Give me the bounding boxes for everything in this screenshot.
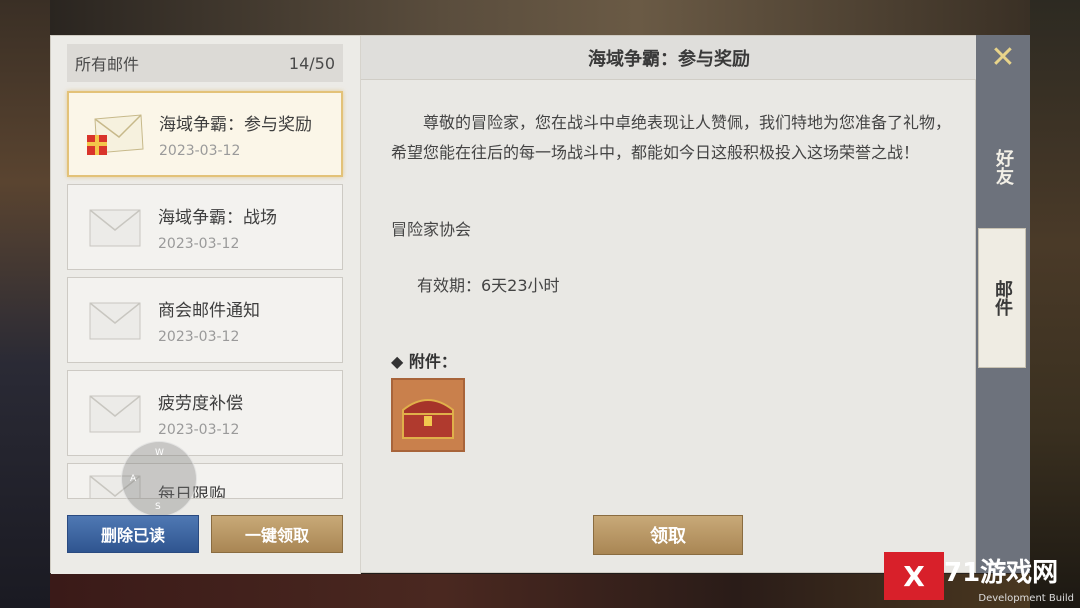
attachment-slot[interactable] xyxy=(391,378,465,452)
close-icon[interactable]: ✕ xyxy=(988,43,1018,73)
mail-signature: 冒险家协会 xyxy=(391,220,472,239)
background-right xyxy=(1030,0,1080,608)
mail-item-selected[interactable]: 海域争霸：参与奖励 2023-03-12 xyxy=(67,91,343,177)
mail-list-column: 所有邮件 14/50 海域争霸：参与奖励 2023-03-12 海域争霸：战场 … xyxy=(51,36,361,574)
treasure-chest-icon xyxy=(393,380,463,450)
background-bottom xyxy=(50,574,1030,608)
tab-mail[interactable]: 邮件 xyxy=(978,228,1026,368)
delete-read-button[interactable]: 删除已读 xyxy=(67,515,199,553)
mail-detail-title: 海域争霸：参与奖励 xyxy=(361,36,977,80)
claim-all-button[interactable]: 一键领取 xyxy=(211,515,343,553)
mail-body: 尊敬的冒险家，您在战斗中卓绝表现让人赞佩，我们特地为您准备了礼物，希望您能在往后… xyxy=(391,108,951,168)
side-tab-rail: ✕ 好友 邮件 xyxy=(976,35,1030,573)
watermark-logo: X xyxy=(884,552,944,600)
background-left xyxy=(0,0,50,608)
claim-button[interactable]: 领取 xyxy=(593,515,743,555)
mail-list-header: 所有邮件 14/50 xyxy=(67,44,343,82)
mail-date: 2023-03-12 xyxy=(158,235,240,252)
watermark-text: 71游戏网 xyxy=(944,558,1059,588)
background-top xyxy=(50,0,1030,36)
mail-title: 疲劳度补偿 xyxy=(158,393,243,414)
mail-item[interactable]: 疲劳度补偿 2023-03-12 xyxy=(67,370,343,456)
joystick-a: A xyxy=(130,474,137,484)
virtual-joystick[interactable]: W A S xyxy=(121,441,197,517)
mail-body-text: 尊敬的冒险家，您在战斗中卓绝表现让人赞佩，我们特地为您准备了礼物，希望您能在往后… xyxy=(391,113,952,162)
mail-item[interactable]: 商会邮件通知 2023-03-12 xyxy=(67,277,343,363)
mail-item[interactable]: 海域争霸：战场 2023-03-12 xyxy=(67,184,343,270)
diamond-bullet-icon: ◆ xyxy=(391,352,409,371)
mail-title: 商会邮件通知 xyxy=(158,300,260,321)
development-build-label: Development Build xyxy=(978,593,1074,604)
mail-title: 海域争霸：战场 xyxy=(158,207,277,228)
joystick-s: S xyxy=(155,502,161,512)
mail-item[interactable]: 每日限购 xyxy=(67,463,343,499)
mail-count: 14/50 xyxy=(288,53,335,73)
gift-envelope-icon xyxy=(87,109,145,159)
tab-friends[interactable]: 好友 xyxy=(976,127,1030,207)
joystick-w: W xyxy=(155,448,164,458)
envelope-icon xyxy=(86,388,144,438)
mail-title: 海域争霸：参与奖励 xyxy=(159,114,312,135)
attachment-label: ◆ 附件： xyxy=(391,352,457,371)
mail-date: 2023-03-12 xyxy=(159,142,241,159)
envelope-icon xyxy=(86,202,144,252)
all-mail-label: 所有邮件 xyxy=(75,55,140,74)
mail-validity: 有效期：6天23小时 xyxy=(417,276,560,295)
envelope-icon xyxy=(86,295,144,345)
mail-date: 2023-03-12 xyxy=(158,421,240,438)
mail-panel: 所有邮件 14/50 海域争霸：参与奖励 2023-03-12 海域争霸：战场 … xyxy=(50,35,977,574)
mail-date: 2023-03-12 xyxy=(158,328,240,345)
